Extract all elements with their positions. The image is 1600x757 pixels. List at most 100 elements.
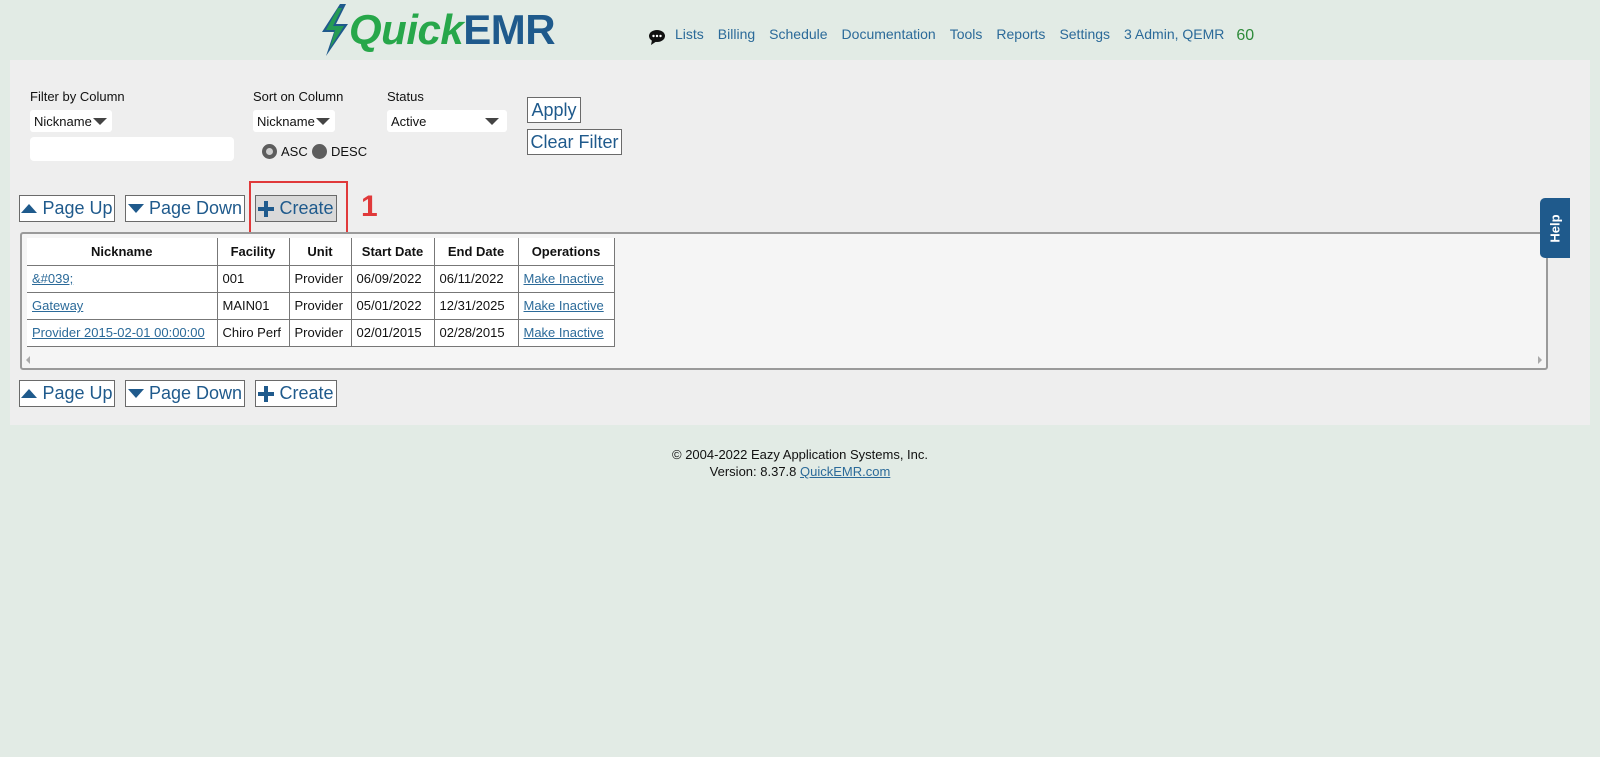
copyright-text: © 2004-2022 Eazy Application Systems, In… xyxy=(672,447,928,462)
nav-billing[interactable]: Billing xyxy=(718,26,755,42)
make-inactive-link[interactable]: Make Inactive xyxy=(524,325,604,340)
nickname-link[interactable]: Gateway xyxy=(32,298,83,313)
cell-end-date: 12/31/2025 xyxy=(433,291,519,320)
nav-lists[interactable]: Lists xyxy=(675,26,704,42)
page-down-label: Page Down xyxy=(148,383,243,403)
nav-documentation[interactable]: Documentation xyxy=(842,26,936,42)
nav-schedule[interactable]: Schedule xyxy=(769,26,827,42)
quickemr-logo[interactable]: QuickEMR xyxy=(318,4,556,56)
apply-button[interactable]: Apply xyxy=(527,97,581,123)
nav-reports[interactable]: Reports xyxy=(996,26,1045,42)
table-row: Gateway MAIN01 Provider 05/01/2022 12/31… xyxy=(27,291,615,320)
radio-checked-icon xyxy=(262,144,277,159)
column-header-nickname[interactable]: Nickname xyxy=(27,238,218,266)
version-line: Version: 8.37.8 QuickEMR.com xyxy=(0,463,1600,480)
lightning-bolt-icon xyxy=(322,4,348,56)
page-up-label: Page Up xyxy=(42,198,113,218)
header-bar: QuickEMR Lists Billing Schedule Document… xyxy=(0,0,1600,60)
sort-column-select[interactable]: Nickname xyxy=(253,110,335,132)
horizontal-scrollbar[interactable] xyxy=(24,354,1544,366)
cell-end-date: 06/11/2022 xyxy=(433,264,519,293)
create-label: Create xyxy=(279,383,334,403)
scroll-right-icon[interactable] xyxy=(1538,356,1542,364)
page-down-button-bottom[interactable]: Page Down xyxy=(125,380,245,407)
column-header-end-date[interactable]: End Date xyxy=(433,238,519,266)
column-header-start-date[interactable]: Start Date xyxy=(350,238,435,266)
footer: © 2004-2022 Eazy Application Systems, In… xyxy=(0,446,1600,480)
cell-facility: MAIN01 xyxy=(216,291,290,320)
top-navigation: Lists Billing Schedule Documentation Too… xyxy=(648,22,1254,46)
logo-text: QuickEMR xyxy=(349,6,556,53)
page-down-button-top[interactable]: Page Down xyxy=(125,195,245,222)
nav-tools[interactable]: Tools xyxy=(950,26,983,42)
desc-label: DESC xyxy=(331,144,368,159)
help-label: Help xyxy=(1547,213,1563,243)
asc-label: ASC xyxy=(281,144,308,159)
plus-icon xyxy=(258,385,275,402)
chevron-down-icon xyxy=(315,117,330,125)
nickname-link[interactable]: Provider 2015-02-01 00:00:00 xyxy=(32,325,205,340)
clear-filter-button[interactable]: Clear Filter xyxy=(527,129,622,155)
nickname-link[interactable]: &#039; xyxy=(32,271,73,286)
radio-unchecked-icon xyxy=(312,144,327,159)
version-text: Version: 8.37.8 xyxy=(709,464,797,479)
column-header-facility[interactable]: Facility xyxy=(216,238,290,266)
cell-unit: Provider xyxy=(288,264,352,293)
filter-column-select[interactable]: Nickname xyxy=(30,110,112,132)
cell-facility: 001 xyxy=(216,264,290,293)
sort-column-value: Nickname xyxy=(257,113,315,129)
sort-on-column-label: Sort on Column xyxy=(253,89,344,104)
cell-nickname: Provider 2015-02-01 00:00:00 xyxy=(27,318,218,347)
nav-settings[interactable]: Settings xyxy=(1059,26,1110,42)
cell-nickname: Gateway xyxy=(27,291,218,320)
page-down-label: Page Down xyxy=(148,198,243,218)
page-up-button-top[interactable]: Page Up xyxy=(19,195,115,222)
main-panel: Filter by Column Nickname Sort on Column… xyxy=(10,60,1590,425)
cell-operations: Make Inactive xyxy=(517,264,615,293)
chevron-down-icon xyxy=(485,118,499,125)
column-header-operations: Operations xyxy=(517,238,615,266)
status-select[interactable]: Active xyxy=(387,110,507,132)
sort-desc-radio[interactable]: DESC xyxy=(312,144,367,159)
triangle-down-icon xyxy=(127,389,144,398)
chevron-down-icon xyxy=(92,117,107,125)
make-inactive-link[interactable]: Make Inactive xyxy=(524,298,604,313)
sort-asc-radio[interactable]: ASC xyxy=(262,144,308,159)
status-value: Active xyxy=(391,113,427,129)
triangle-down-icon xyxy=(127,204,144,213)
triangle-up-icon xyxy=(21,389,38,398)
make-inactive-link[interactable]: Make Inactive xyxy=(524,271,604,286)
filter-text-input[interactable] xyxy=(30,137,234,161)
data-table: Nickname Facility Unit Start Date End Da… xyxy=(27,238,615,347)
cell-operations: Make Inactive xyxy=(517,318,615,347)
filter-column-value: Nickname xyxy=(34,113,92,129)
cell-start-date: 02/01/2015 xyxy=(350,318,435,347)
status-label: Status xyxy=(387,89,424,104)
cell-unit: Provider xyxy=(288,318,352,347)
scroll-left-icon[interactable] xyxy=(26,356,30,364)
cell-operations: Make Inactive xyxy=(517,291,615,320)
nav-user-menu[interactable]: 3 Admin, QEMR xyxy=(1124,26,1224,42)
table-row: Provider 2015-02-01 00:00:00 Chiro Perf … xyxy=(27,318,615,347)
quickemr-link[interactable]: QuickEMR.com xyxy=(800,464,890,479)
create-button-bottom[interactable]: Create xyxy=(255,380,337,407)
annotation-highlight-box xyxy=(249,181,348,237)
cell-start-date: 05/01/2022 xyxy=(350,291,435,320)
cell-facility: Chiro Perf xyxy=(216,318,290,347)
table-row: &#039; 001 Provider 06/09/2022 06/11/202… xyxy=(27,264,615,293)
cell-unit: Provider xyxy=(288,291,352,320)
triangle-up-icon xyxy=(21,204,38,213)
table-header-row: Nickname Facility Unit Start Date End Da… xyxy=(27,238,615,266)
table-container: Nickname Facility Unit Start Date End Da… xyxy=(20,232,1548,370)
filter-by-column-label: Filter by Column xyxy=(30,89,125,104)
cell-nickname: &#039; xyxy=(27,264,218,293)
column-header-unit[interactable]: Unit xyxy=(288,238,352,266)
cell-end-date: 02/28/2015 xyxy=(433,318,519,347)
chat-bubble-icon[interactable] xyxy=(648,28,666,46)
help-tab[interactable]: Help xyxy=(1540,198,1570,258)
cell-start-date: 06/09/2022 xyxy=(350,264,435,293)
page-up-label: Page Up xyxy=(42,383,113,403)
session-counter: 60 xyxy=(1236,27,1255,44)
annotation-step-marker: 1 xyxy=(361,190,378,223)
page-up-button-bottom[interactable]: Page Up xyxy=(19,380,115,407)
